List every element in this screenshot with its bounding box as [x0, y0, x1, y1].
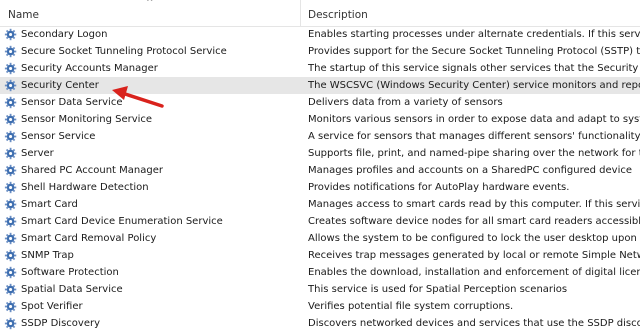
service-name: Spot Verifier: [21, 301, 83, 312]
service-name-cell: Server: [0, 145, 301, 162]
service-description: A service for sensors that manages diffe…: [308, 131, 640, 142]
gear-icon: [4, 181, 17, 194]
service-name-cell: Security Center: [0, 77, 301, 94]
service-name-cell: Spatial Data Service: [0, 281, 301, 298]
service-name-cell: Sensor Monitoring Service: [0, 111, 301, 128]
service-description: Enables the download, installation and e…: [308, 267, 640, 278]
gear-icon: [4, 215, 17, 228]
gear-icon: [4, 300, 17, 313]
service-name: Sensor Data Service: [21, 97, 123, 108]
gear-icon: [4, 113, 17, 126]
service-name: SNMP Trap: [21, 250, 74, 261]
service-name: Smart Card Device Enumeration Service: [21, 216, 223, 227]
service-row[interactable]: Smart Card Removal Policy Allows the syst…: [0, 230, 640, 247]
service-description: Creates software device nodes for all sm…: [308, 216, 640, 227]
service-row[interactable]: Sensor Data Service Delivers data from a …: [0, 94, 640, 111]
service-description: Manages profiles and accounts on a Share…: [308, 165, 632, 176]
service-name-cell: Smart Card Removal Policy: [0, 230, 301, 247]
service-name-cell: Spot Verifier: [0, 298, 301, 315]
service-row[interactable]: Sensor Monitoring Service Monitors variou…: [0, 111, 640, 128]
service-row[interactable]: Software Protection Enables the download,…: [0, 264, 640, 281]
service-description: This service is used for Spatial Percept…: [308, 284, 568, 295]
service-name: Secondary Logon: [21, 29, 108, 40]
service-name-cell: Smart Card Device Enumeration Service: [0, 213, 301, 230]
service-description: The startup of this service signals othe…: [308, 63, 640, 74]
services-list: Secondary Logon Enables starting processe…: [0, 26, 640, 332]
service-description: Delivers data from a variety of sensors: [308, 97, 503, 108]
column-header-description-label: Description: [308, 9, 368, 21]
column-header-description[interactable]: Description: [302, 0, 640, 26]
service-name: Server: [21, 148, 54, 159]
gear-icon: [4, 198, 17, 211]
gear-icon: [4, 317, 17, 330]
gear-icon: [4, 283, 17, 296]
service-row[interactable]: Secure Socket Tunneling Protocol Service…: [0, 43, 640, 60]
service-name: Software Protection: [21, 267, 119, 278]
service-row[interactable]: Spot Verifier Verifies potential file sys…: [0, 298, 640, 315]
service-row[interactable]: Server Supports file, print, and named-pi…: [0, 145, 640, 162]
service-row[interactable]: Security Accounts Manager The startup of …: [0, 60, 640, 77]
gear-icon: [4, 232, 17, 245]
service-name-cell: Shell Hardware Detection: [0, 179, 301, 196]
service-description: Provides notifications for AutoPlay hard…: [308, 182, 570, 193]
service-description: Verifies potential file system corruptio…: [308, 301, 514, 312]
service-description: Manages access to smart cards read by th…: [308, 199, 640, 210]
service-name-cell: Smart Card: [0, 196, 301, 213]
sort-ascending-icon: ^: [146, 0, 154, 8]
service-name-cell: Sensor Service: [0, 128, 301, 145]
service-row[interactable]: Shell Hardware Detection Provides notific…: [0, 179, 640, 196]
service-name-cell: Shared PC Account Manager: [0, 162, 301, 179]
column-header-name-label: Name: [8, 9, 39, 21]
service-name: Security Accounts Manager: [21, 63, 158, 74]
service-row[interactable]: Spatial Data Service This service is used…: [0, 281, 640, 298]
service-name: Smart Card Removal Policy: [21, 233, 157, 244]
service-name: Secure Socket Tunneling Protocol Service: [21, 46, 227, 57]
service-name-cell: Software Protection: [0, 264, 301, 281]
service-description: Enables starting processes under alterna…: [308, 29, 640, 40]
gear-icon: [4, 45, 17, 58]
service-name: SSDP Discovery: [21, 318, 101, 329]
gear-icon: [4, 249, 17, 262]
service-description: Receives trap messages generated by loca…: [308, 250, 640, 261]
service-name-cell: Secure Socket Tunneling Protocol Service: [0, 43, 301, 60]
gear-icon: [4, 79, 17, 92]
service-name: Sensor Monitoring Service: [21, 114, 153, 125]
service-row[interactable]: Shared PC Account Manager Manages profile…: [0, 162, 640, 179]
gear-icon: [4, 130, 17, 143]
service-name: Security Center: [21, 80, 99, 91]
service-name-cell: SSDP Discovery: [0, 315, 301, 332]
service-description: The WSCSVC (Windows Security Center) ser…: [308, 80, 640, 91]
service-name: Smart Card: [21, 199, 78, 210]
service-description: Allows the system to be configured to lo…: [308, 233, 640, 244]
service-name: Shell Hardware Detection: [21, 182, 149, 193]
service-row[interactable]: Smart Card Manages access to smart cards …: [0, 196, 640, 213]
gear-icon: [4, 164, 17, 177]
gear-icon: [4, 96, 17, 109]
service-row[interactable]: Sensor Service A service for sensors that…: [0, 128, 640, 145]
service-description: Supports file, print, and named-pipe sha…: [308, 148, 640, 159]
service-name: Sensor Service: [21, 131, 96, 142]
service-description: Discovers networked devices and services…: [308, 318, 640, 329]
service-row[interactable]: SNMP Trap Receives trap messages generate…: [0, 247, 640, 264]
service-name-cell: Secondary Logon: [0, 26, 301, 43]
service-name-cell: Sensor Data Service: [0, 94, 301, 111]
service-row[interactable]: Smart Card Device Enumeration Service Cre…: [0, 213, 640, 230]
gear-icon: [4, 28, 17, 41]
service-row[interactable]: Secondary Logon Enables starting processe…: [0, 26, 640, 43]
service-description: Monitors various sensors in order to exp…: [308, 114, 640, 125]
service-name: Spatial Data Service: [21, 284, 123, 295]
service-description: Provides support for the Secure Socket T…: [308, 46, 640, 57]
service-row[interactable]: Security Center The WSCSVC (Windows Secur…: [0, 77, 640, 94]
service-name-cell: SNMP Trap: [0, 247, 301, 264]
gear-icon: [4, 62, 17, 75]
gear-icon: [4, 266, 17, 279]
gear-icon: [4, 147, 17, 160]
service-name-cell: Security Accounts Manager: [0, 60, 301, 77]
column-header-bar: Name ^ Description: [0, 0, 640, 27]
service-name: Shared PC Account Manager: [21, 165, 163, 176]
service-row[interactable]: SSDP Discovery Discovers networked device…: [0, 315, 640, 332]
